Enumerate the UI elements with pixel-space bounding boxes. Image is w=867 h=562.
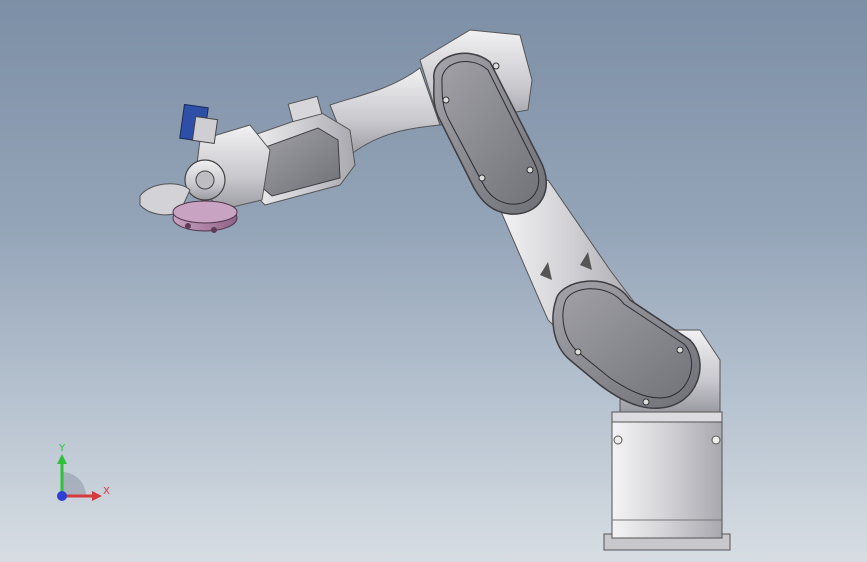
lower-arm (495, 179, 701, 409)
robot-base (603, 411, 731, 551)
grinder-tool (139, 103, 271, 233)
graphics-viewport[interactable]: Y X (0, 0, 867, 562)
coordinate-triad: Y X (40, 438, 120, 518)
y-axis-label: Y (59, 443, 66, 454)
x-axis-label: X (103, 486, 110, 497)
robot-arm-model[interactable] (0, 0, 867, 562)
z-axis-dot (57, 491, 67, 501)
triad-axes-icon (57, 454, 102, 501)
